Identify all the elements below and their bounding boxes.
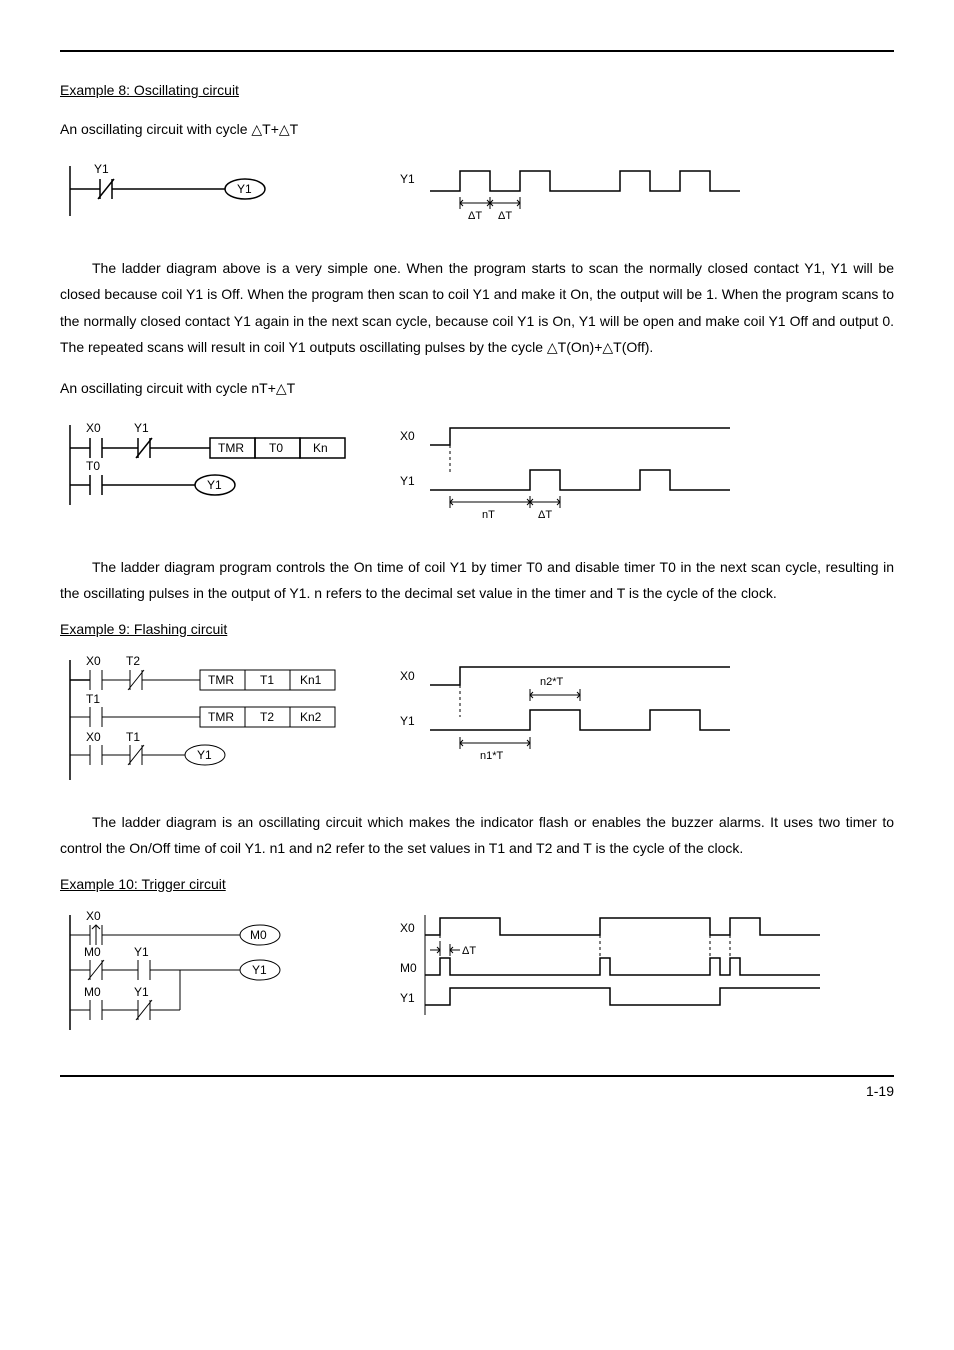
tmr1-label9: TMR (208, 673, 234, 687)
y1b-label10: Y1 (134, 985, 149, 999)
x0t-label8: X0 (400, 429, 415, 443)
tmr2-label9: TMR (208, 710, 234, 724)
x0-label10: X0 (86, 909, 101, 923)
t1c-label9: T1 (126, 730, 140, 744)
example8-title: Example 8: Oscillating circuit (60, 82, 894, 98)
y1-coil-label: Y1 (237, 182, 252, 196)
example8-intro: An oscillating circuit with cycle △T+△T (60, 116, 894, 143)
example8-diagram2-row: X0 Y1 TMR T0 Kn T0 Y1 (60, 420, 894, 530)
kn-label8: Kn (313, 441, 328, 455)
nt-label8: nT (482, 509, 495, 521)
y1t-label10: Y1 (400, 991, 415, 1005)
example8-para: The ladder diagram above is a very simpl… (60, 255, 894, 361)
n1t-label9: n1*T (480, 750, 504, 762)
tmr-label8: TMR (218, 441, 244, 455)
example8-ladder2: X0 Y1 TMR T0 Kn T0 Y1 (60, 420, 400, 510)
example10-title: Example 10: Trigger circuit (60, 876, 894, 892)
t2b-label9: T2 (260, 710, 274, 724)
x0-label8: X0 (86, 421, 101, 435)
example8-ladder: Y1 Y1 (60, 161, 400, 221)
y1coil-label10: Y1 (252, 963, 267, 977)
y1coil-label9: Y1 (197, 748, 212, 762)
example8-diagram-row: Y1 Y1 Y1 ΔT (60, 161, 894, 231)
t1-label9: T1 (260, 673, 274, 687)
x0t-label10: X0 (400, 921, 415, 935)
x0b-label9: X0 (86, 730, 101, 744)
example10-ladder: X0 M0 M0 Y1 Y1 (60, 910, 400, 1035)
example8-timing: Y1 ΔT ΔT (400, 161, 894, 231)
example9-ladder: X0 T2 TMR T1 Kn1 T1 TMR (60, 655, 400, 785)
y1-contact-label: Y1 (94, 162, 109, 176)
y1-timing-label: Y1 (400, 172, 415, 186)
example9-para: The ladder diagram is an oscillating cir… (60, 809, 894, 862)
y1-label10: Y1 (134, 945, 149, 959)
m0b-label10: M0 (84, 945, 101, 959)
x0-label9: X0 (86, 654, 101, 668)
dt2-label: ΔT (498, 210, 512, 222)
example8-para2: The ladder diagram program controls the … (60, 554, 894, 607)
kn2-label9: Kn2 (300, 710, 322, 724)
y1t-label9: Y1 (400, 714, 415, 728)
m0c-label10: M0 (84, 985, 101, 999)
m0t-label10: M0 (400, 961, 417, 975)
m0coil-label10: M0 (250, 928, 267, 942)
dt1-label: ΔT (468, 210, 482, 222)
kn1-label9: Kn1 (300, 673, 322, 687)
t0b-label8: T0 (86, 459, 100, 473)
n2t-label9: n2*T (540, 676, 564, 688)
y1nc-label8: Y1 (134, 421, 149, 435)
y1coil-label8: Y1 (207, 478, 222, 492)
example10-timing: X0 ΔT M0 Y1 (400, 910, 894, 1020)
dt-label8: ΔT (538, 509, 552, 521)
x0t-label9: X0 (400, 669, 415, 683)
dt-label10: ΔT (462, 945, 476, 957)
page-container: Example 8: Oscillating circuit An oscill… (0, 0, 954, 1129)
t2-label9: T2 (126, 654, 140, 668)
example9-timing: X0 Y1 n2*T n1*T (400, 655, 894, 775)
t1b-label9: T1 (86, 692, 100, 706)
example8-intro2: An oscillating circuit with cycle nT+△T (60, 375, 894, 402)
example9-title: Example 9: Flashing circuit (60, 621, 894, 637)
example8-timing2: X0 Y1 nT ΔT (400, 420, 894, 530)
top-rule (60, 50, 894, 52)
y1t-label8: Y1 (400, 474, 415, 488)
t0-label8: T0 (269, 441, 283, 455)
page-footer: 1-19 (60, 1075, 894, 1099)
example10-diagram-row: X0 M0 M0 Y1 Y1 (60, 910, 894, 1035)
example9-diagram-row: X0 T2 TMR T1 Kn1 T1 TMR (60, 655, 894, 785)
